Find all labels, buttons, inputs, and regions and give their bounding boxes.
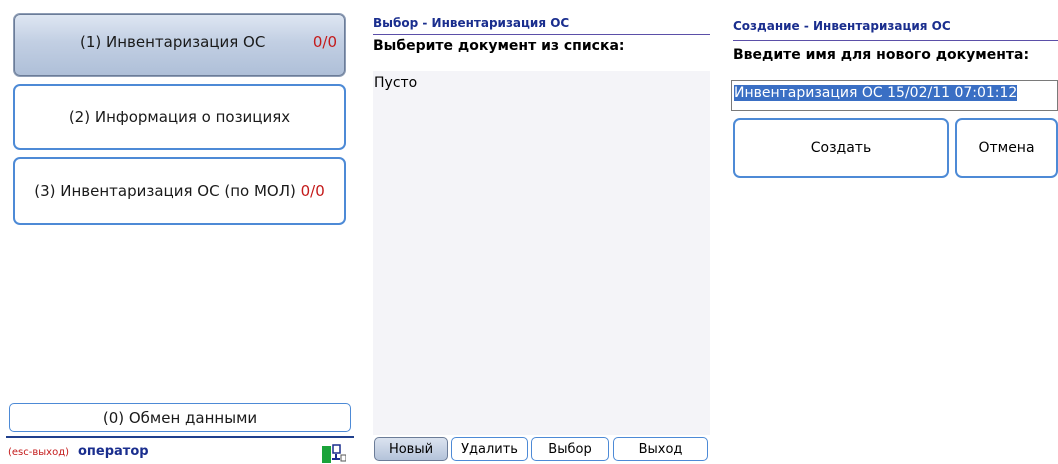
select-button[interactable]: Выбор <box>531 437 609 461</box>
menu-item-label: (2) Информация о позициях <box>68 108 291 126</box>
title-divider <box>373 34 710 35</box>
create-button[interactable]: Создать <box>733 118 949 178</box>
status-bar: (esc-выход) оператор <box>6 436 354 464</box>
delete-button-label: Удалить <box>461 441 518 457</box>
delete-button[interactable]: Удалить <box>451 437 528 461</box>
exit-button[interactable]: Выход <box>613 437 708 461</box>
exit-button-label: Выход <box>638 441 683 457</box>
document-name-input[interactable]: Инвентаризация ОС 15/02/11 07:01:12 <box>731 80 1058 111</box>
menu-item-positions-info[interactable]: (2) Информация о позициях <box>13 84 346 150</box>
data-exchange-button[interactable]: (0) Обмен данными <box>9 403 351 432</box>
create-prompt: Введите имя для нового документа: <box>733 47 1030 63</box>
network-status-icon <box>322 444 346 463</box>
document-name-value: Инвентаризация ОС 15/02/11 07:01:12 <box>734 85 1018 101</box>
create-panel-title: Создание - Инвентаризация ОС <box>733 19 951 33</box>
new-button-label: Новый <box>388 441 434 457</box>
document-list[interactable]: Пусто <box>373 71 710 435</box>
cancel-button-label: Отмена <box>978 140 1035 156</box>
menu-item-label: (1) Инвентаризация ОС <box>80 33 266 51</box>
cancel-button[interactable]: Отмена <box>955 118 1058 178</box>
menu-item-counter: 0/0 <box>312 33 337 51</box>
menu-item-label: (3) Инвентаризация ОС (по МОЛ) <box>34 182 296 200</box>
create-button-label: Создать <box>810 140 872 156</box>
data-exchange-label: (0) Обмен данными <box>102 408 258 427</box>
select-panel-title: Выбор - Инвентаризация ОС <box>373 16 570 30</box>
operator-label: оператор <box>78 444 149 459</box>
empty-list-text: Пусто <box>374 75 418 91</box>
menu-item-counter: 0/0 <box>300 182 325 200</box>
title-divider <box>733 40 1058 41</box>
select-prompt: Выберите документ из списка: <box>373 38 625 54</box>
select-button-label: Выбор <box>548 441 592 457</box>
menu-item-inventory-by-mol[interactable]: (3) Инвентаризация ОС (по МОЛ) 0/0 <box>13 157 346 225</box>
esc-hint: (esc-выход) <box>8 447 70 458</box>
menu-item-inventory[interactable]: (1) Инвентаризация ОС 0/0 <box>13 13 346 77</box>
new-button[interactable]: Новый <box>374 437 448 461</box>
